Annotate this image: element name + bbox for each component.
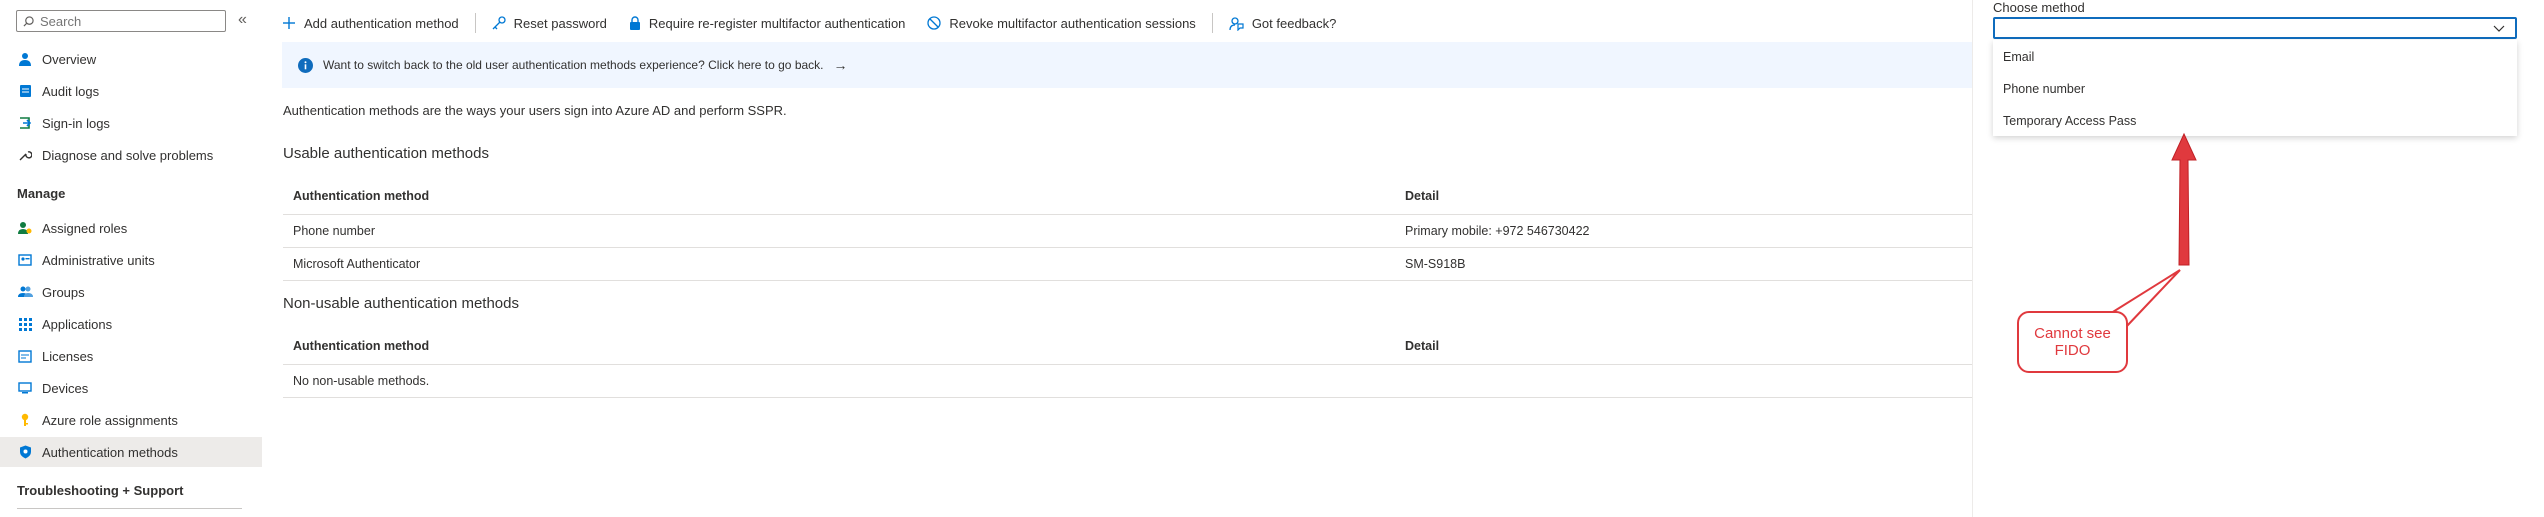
sidebar-item-label: Audit logs — [42, 83, 100, 99]
method-cell: Phone number — [293, 224, 376, 238]
table-header-row: Authentication method Detail — [283, 178, 1973, 215]
feedback-icon — [1229, 16, 1244, 31]
sidebar-divider — [17, 508, 242, 509]
column-header-detail: Detail — [1405, 189, 1440, 203]
devices-icon — [16, 379, 34, 397]
groups-icon — [16, 283, 34, 301]
search-input[interactable] — [38, 12, 222, 30]
licenses-icon — [16, 347, 34, 365]
sidebar-item-label: Assigned roles — [42, 220, 128, 236]
annotation-callout: Cannot see FIDO — [2017, 311, 2128, 373]
sidebar: « Overview Audit logs Sign-in logs Diagn… — [0, 0, 262, 517]
wrench-icon — [16, 146, 34, 164]
detail-cell: SM-S918B — [1405, 257, 1466, 271]
sign-in-log-icon — [16, 114, 34, 132]
info-banner[interactable]: Want to switch back to the old user auth… — [282, 42, 1972, 88]
column-header-detail: Detail — [1405, 339, 1440, 353]
troubleshooting-header: Troubleshooting + Support — [17, 483, 184, 498]
method-cell: Microsoft Authenticator — [293, 257, 421, 271]
user-icon — [16, 50, 34, 68]
sidebar-item-label: Overview — [42, 51, 97, 67]
sidebar-item-overview[interactable]: Overview — [0, 44, 262, 74]
banner-text[interactable]: Want to switch back to the old user auth… — [323, 58, 824, 72]
manage-header: Manage — [17, 186, 66, 201]
chevron-down-icon — [2493, 25, 2505, 32]
command-bar: Add authentication method Reset password… — [282, 12, 1358, 34]
choose-method-label: Choose method — [1993, 0, 2085, 15]
administrative-units-icon — [16, 251, 34, 269]
arrow-right-icon[interactable]: → — [834, 57, 848, 73]
search-icon — [23, 15, 34, 27]
applications-grid-icon — [16, 315, 34, 333]
usable-methods-title: Usable authentication methods — [283, 145, 489, 162]
add-authentication-method-label: Add authentication method — [304, 15, 459, 31]
sidebar-item-label: Sign-in logs — [42, 115, 110, 131]
non-usable-methods-title: Non-usable authentication methods — [283, 295, 519, 312]
info-icon — [298, 57, 313, 73]
revoke-mfa-sessions-button[interactable]: Revoke multifactor authentication sessio… — [927, 15, 1196, 31]
sidebar-item-applications[interactable]: Applications — [0, 309, 262, 339]
toolbar-separator — [474, 13, 476, 33]
usable-methods-table: Authentication method Detail Phone numbe… — [283, 178, 1973, 281]
sidebar-item-sign-in-logs[interactable]: Sign-in logs — [0, 108, 262, 138]
table-header-row: Authentication method Detail — [283, 328, 1973, 365]
sidebar-item-label: Azure role assignments — [42, 412, 178, 428]
collapse-sidebar-button[interactable]: « — [238, 12, 247, 28]
column-header-method: Authentication method — [293, 189, 430, 203]
sidebar-item-diagnose[interactable]: Diagnose and solve problems — [0, 140, 262, 170]
shield-icon — [16, 443, 34, 461]
empty-message: No non-usable methods. — [293, 374, 430, 388]
key-icon — [492, 16, 506, 30]
reset-password-button[interactable]: Reset password — [492, 16, 607, 31]
sidebar-item-audit-logs[interactable]: Audit logs — [0, 76, 262, 106]
table-row[interactable]: Microsoft Authenticator SM-S918B — [283, 248, 1973, 281]
sidebar-item-label: Groups — [42, 284, 85, 300]
reset-password-label: Reset password — [513, 15, 607, 31]
search-box[interactable] — [16, 10, 226, 32]
require-reregister-mfa-label: Require re-register multifactor authenti… — [648, 15, 906, 31]
require-reregister-mfa-button[interactable]: Require re-register multifactor authenti… — [629, 15, 906, 31]
toolbar-separator — [1211, 13, 1213, 33]
add-authentication-method-button[interactable]: Add authentication method — [282, 16, 459, 31]
sidebar-item-assigned-roles[interactable]: Assigned roles — [0, 213, 262, 243]
block-icon — [927, 16, 942, 30]
sidebar-item-azure-role-assignments[interactable]: Azure role assignments — [0, 405, 262, 435]
option-email[interactable]: Email — [1993, 42, 2517, 72]
page-description: Authentication methods are the ways your… — [283, 103, 787, 118]
sidebar-item-label: Administrative units — [42, 252, 155, 268]
annotation-arrow-shape — [2171, 132, 2197, 266]
lock-icon — [629, 16, 640, 30]
revoke-mfa-sessions-label: Revoke multifactor authentication sessio… — [949, 15, 1196, 31]
table-row: No non-usable methods. — [283, 365, 1973, 398]
assigned-roles-icon — [16, 219, 34, 237]
sidebar-item-groups[interactable]: Groups — [0, 277, 262, 307]
column-header-method: Authentication method — [293, 339, 430, 353]
sidebar-item-label: Authentication methods — [42, 444, 178, 460]
non-usable-methods-table: Authentication method Detail No non-usab… — [283, 328, 1973, 398]
sidebar-item-administrative-units[interactable]: Administrative units — [0, 245, 262, 275]
key-icon — [16, 411, 34, 429]
sidebar-item-label: Diagnose and solve problems — [42, 147, 214, 163]
sidebar-item-label: Licenses — [42, 348, 94, 364]
sidebar-item-label: Applications — [42, 316, 113, 332]
sidebar-item-label: Devices — [42, 380, 89, 396]
table-row[interactable]: Phone number Primary mobile: +972 546730… — [283, 215, 1973, 248]
got-feedback-label: Got feedback? — [1251, 15, 1337, 31]
audit-log-icon — [16, 82, 34, 100]
got-feedback-button[interactable]: Got feedback? — [1229, 15, 1337, 31]
option-phone-number[interactable]: Phone number — [1993, 74, 2517, 104]
detail-cell: Primary mobile: +972 546730422 — [1405, 224, 1590, 238]
sidebar-item-authentication-methods[interactable]: Authentication methods — [0, 437, 262, 467]
sidebar-item-licenses[interactable]: Licenses — [0, 341, 262, 371]
choose-method-select[interactable] — [1993, 17, 2517, 39]
sidebar-item-devices[interactable]: Devices — [0, 373, 262, 403]
plus-icon — [283, 17, 295, 29]
